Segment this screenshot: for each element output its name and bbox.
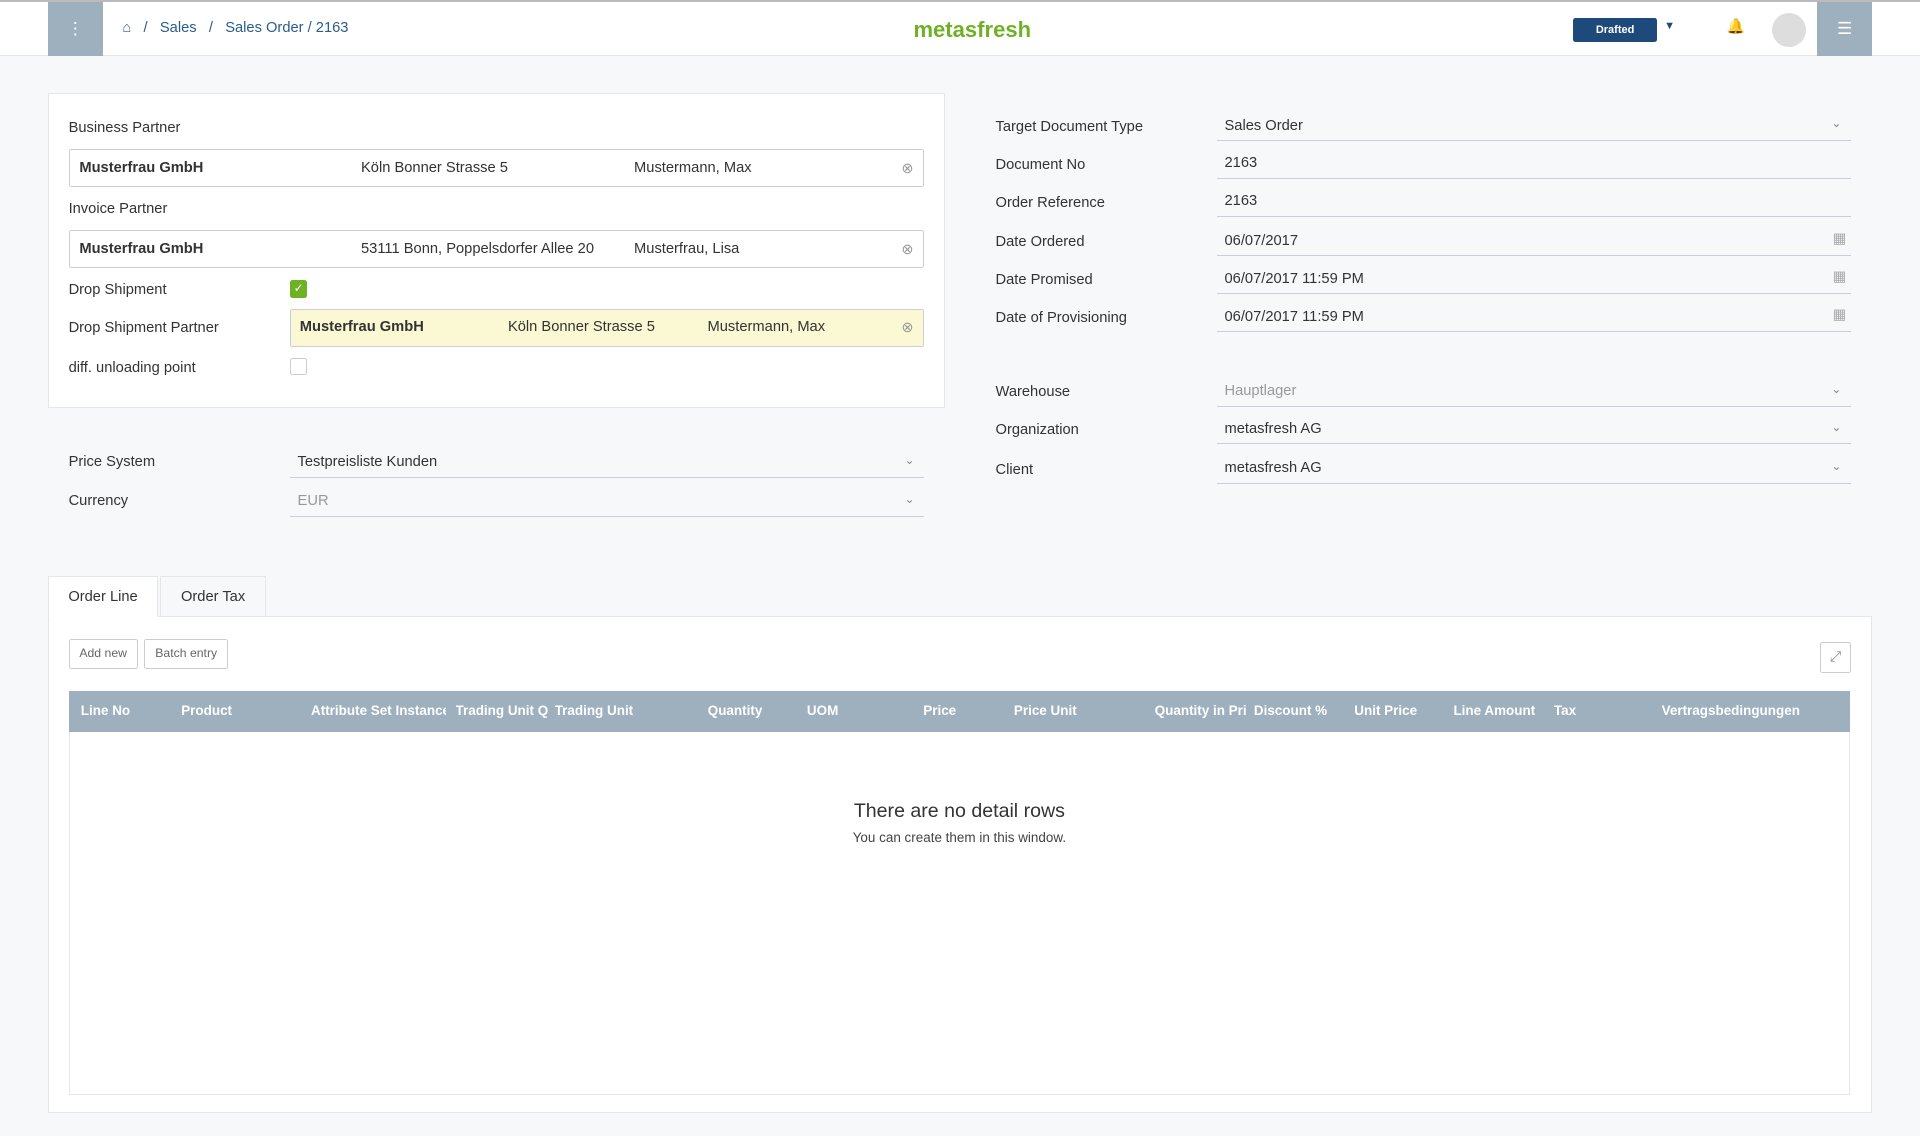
order-reference-field[interactable]: 2163 [1217, 187, 1852, 217]
label: Organization [995, 422, 1079, 439]
warehouse-field[interactable]: Hauptlager ⌄ [1217, 377, 1852, 407]
label: Business Partner [68, 120, 181, 136]
column-header[interactable]: UOM [807, 703, 838, 718]
tab-order-tax[interactable]: Order Tax [160, 575, 266, 618]
invoice-partner-field[interactable]: Musterfrau GmbH 53111 Bonn, Poppelsdorfer… [68, 230, 925, 269]
label: Price System [68, 454, 156, 471]
clear-icon: ⊗ [901, 241, 914, 258]
column-header[interactable]: Tax [1554, 703, 1576, 718]
client-field[interactable]: metasfresh AG ⌄ [1217, 454, 1852, 484]
target-document-type-field[interactable]: Sales Order ⌄ [1217, 111, 1852, 141]
column-header[interactable]: Trading Unit Q [456, 703, 549, 718]
label: diff. unloading point [68, 360, 196, 376]
column-header[interactable]: Attribute Set Instance [311, 703, 446, 718]
empty-subtitle: You can create them in this window. [852, 829, 1067, 845]
calendar-icon[interactable]: ▦ [1833, 268, 1847, 285]
calendar-icon[interactable]: ▦ [1833, 230, 1847, 247]
column-header[interactable]: Vertragsbedingungen [1662, 703, 1800, 718]
clear-icon: ⊗ [901, 161, 914, 178]
home-icon[interactable]: ⌂ [122, 20, 131, 36]
add-new-button[interactable]: Add new [68, 639, 138, 669]
date-ordered-field[interactable]: 06/07/2017 ▦ [1217, 227, 1852, 256]
column-header[interactable]: Trading Unit [555, 703, 633, 718]
label: Document No [995, 156, 1086, 173]
expand-icon[interactable]: ⤢ [1819, 641, 1852, 674]
menu-dots-icon[interactable]: ⋮ [47, 2, 103, 56]
avatar[interactable] [1771, 13, 1807, 48]
label: Order Reference [995, 194, 1105, 211]
status-badge[interactable]: Drafted [1573, 17, 1657, 43]
label: Invoice Partner [68, 200, 168, 217]
column-header[interactable]: Line No [81, 703, 130, 718]
label: Date Promised [995, 271, 1093, 288]
chevron-down-icon: ⌄ [1831, 419, 1842, 434]
chevron-down-icon: ⌄ [1831, 382, 1842, 397]
date-of-provisioning-field[interactable]: 06/07/2017 11:59 PM ▦ [1217, 302, 1852, 332]
table-header: Line No Product Attribute Set Instance Trad… [68, 690, 1851, 733]
chevron-down-icon[interactable]: ▼ [1664, 20, 1675, 32]
label: Currency [68, 493, 129, 510]
empty-title: There are no detail rows [853, 799, 1065, 822]
label: Warehouse [995, 384, 1071, 401]
bell-icon[interactable]: 🔔 [1727, 17, 1745, 35]
breadcrumb-sales[interactable]: Sales [160, 20, 197, 36]
breadcrumb-order[interactable]: Sales Order / 2163 [225, 20, 348, 36]
clear-icon: ⊗ [901, 320, 914, 337]
drop-shipment-partner-field[interactable]: Musterfrau GmbH Köln Bonner Strasse 5 Must… [290, 308, 925, 347]
column-header[interactable]: Discount % [1254, 703, 1327, 718]
list-icon[interactable]: ☰ [1817, 2, 1873, 56]
tab-order-line[interactable]: Order Line [47, 575, 159, 618]
date-promised-field[interactable]: 06/07/2017 11:59 PM ▦ [1217, 264, 1852, 294]
top-bar: ⋮ ⌂ / Sales / Sales Order / 2163 metasfres… [0, 0, 1920, 57]
breadcrumb: ⌂ / Sales / Sales Order / 2163 [122, 20, 349, 37]
column-header[interactable]: Quantity [708, 703, 763, 718]
business-partner-field[interactable]: Musterfrau GmbH Köln Bonner Strasse 5 Must… [68, 149, 925, 188]
column-header[interactable]: Quantity in Pri [1155, 703, 1247, 718]
column-header[interactable]: Line Amount [1453, 703, 1535, 718]
column-header[interactable]: Product [181, 703, 232, 718]
label: Drop Shipment Partner [68, 319, 219, 336]
calendar-icon[interactable]: ▦ [1833, 306, 1847, 323]
chevron-down-icon: ⌄ [1831, 459, 1842, 474]
label: Drop Shipment [68, 281, 167, 298]
diff-unloading-checkbox[interactable] [290, 357, 308, 375]
column-header[interactable]: Price Unit [1014, 703, 1077, 718]
chevron-down-icon: ⌄ [1831, 116, 1842, 131]
batch-entry-button[interactable]: Batch entry [144, 639, 228, 669]
label: Target Document Type [995, 118, 1144, 135]
column-header[interactable]: Unit Price [1354, 703, 1417, 718]
document-no-field[interactable]: 2163 [1217, 149, 1852, 179]
price-system-select[interactable]: Testpreisliste Kunden ⌄ [290, 448, 925, 478]
column-header[interactable]: Price [923, 703, 956, 718]
label: Date of Provisioning [995, 309, 1127, 326]
logo: metasfresh [913, 16, 1032, 42]
table-body: There are no detail rows You can create … [68, 732, 1851, 1095]
currency-select[interactable]: EUR ⌄ [290, 487, 925, 517]
label: Date Ordered [995, 233, 1085, 250]
drop-shipment-checkbox[interactable]: ✓ [290, 280, 308, 298]
organization-field[interactable]: metasfresh AG ⌄ [1217, 415, 1852, 445]
label: Client [995, 461, 1034, 478]
